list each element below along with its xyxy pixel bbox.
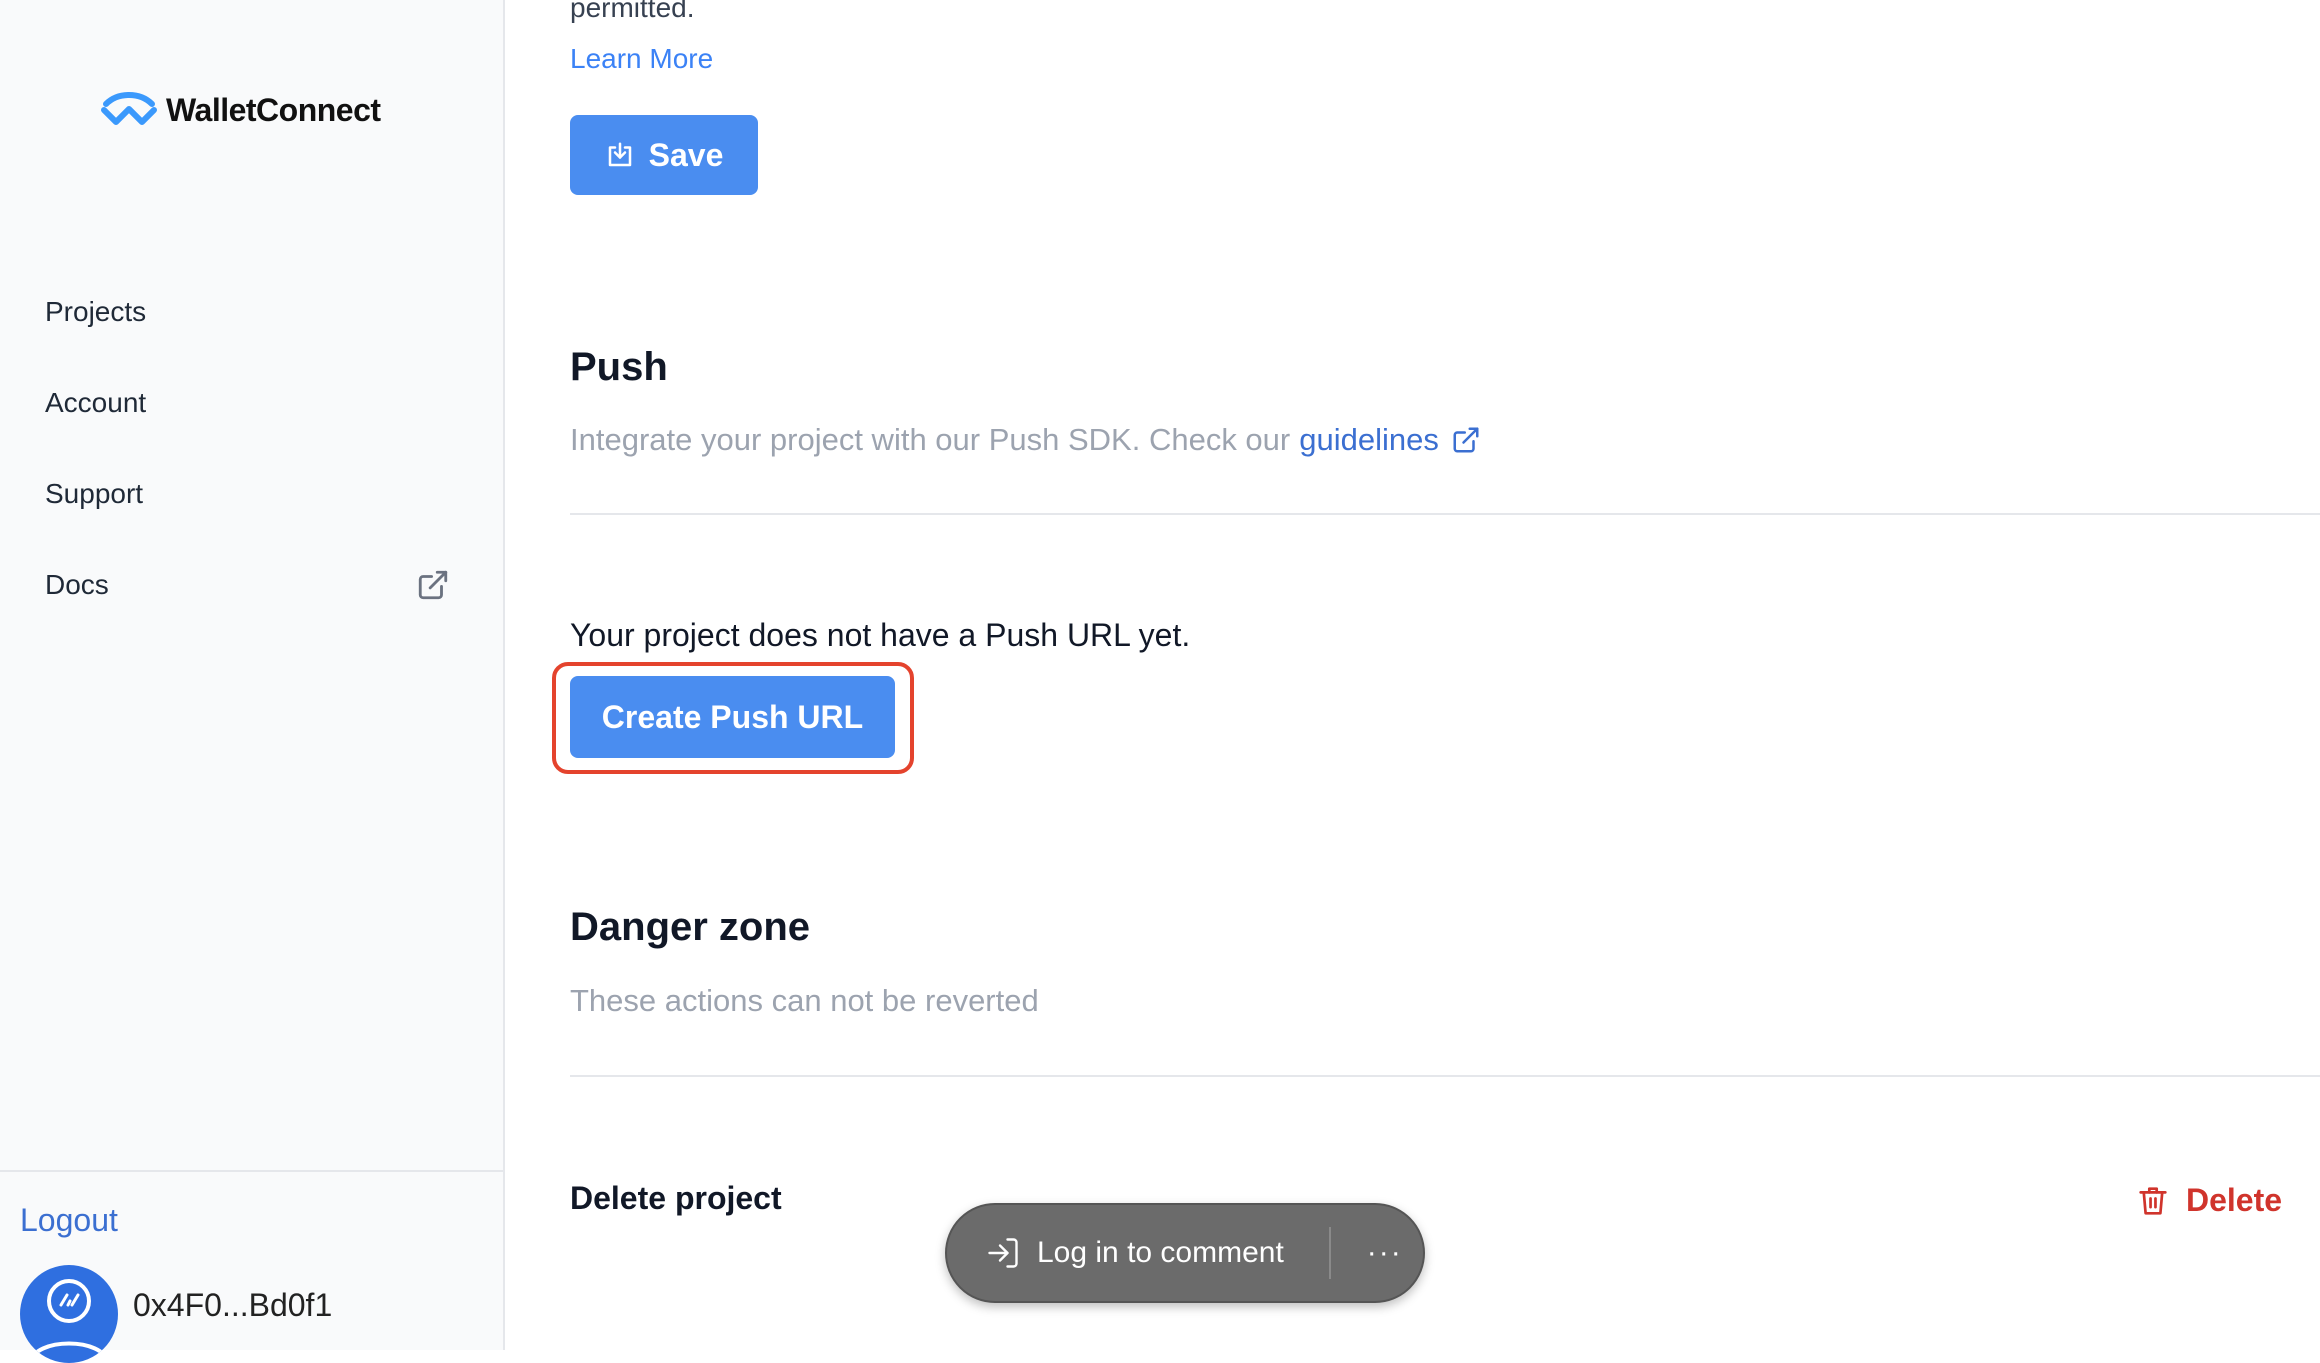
permitted-text: permitted. <box>570 0 695 23</box>
save-button[interactable]: Save <box>570 115 758 195</box>
toolbar-separator <box>1328 1227 1331 1279</box>
learn-more-link[interactable]: Learn More <box>570 43 713 75</box>
danger-zone-heading: Danger zone <box>570 905 811 949</box>
sidebar-item-label: Support <box>45 478 144 509</box>
login-icon <box>988 1238 1018 1268</box>
section-divider <box>570 513 2320 515</box>
sidebar-item-docs[interactable]: Docs <box>45 555 450 615</box>
walletconnect-logo[interactable]: WalletConnect <box>100 90 381 130</box>
danger-zone-description: These actions can not be reverted <box>570 983 1039 1018</box>
no-push-url-text: Your project does not have a Push URL ye… <box>570 617 1191 653</box>
sidebar-item-label: Account <box>45 387 147 418</box>
sidebar-item-projects[interactable]: Projects <box>45 282 450 342</box>
sidebar-footer: Logout 0x4F0...Bd0f1 <box>0 1170 505 1363</box>
log-in-to-comment-button[interactable]: Log in to comment <box>985 1235 1284 1271</box>
section-divider <box>570 1075 2320 1077</box>
logo-text: WalletConnect <box>166 91 381 128</box>
trash-icon <box>2139 1186 2167 1215</box>
push-heading: Push <box>570 345 668 389</box>
create-push-url-button[interactable]: Create Push URL <box>570 676 895 758</box>
guidelines-link[interactable]: guidelines <box>1299 422 1439 458</box>
sidebar-item-label: Docs <box>45 569 109 600</box>
save-button-label: Save <box>648 136 724 173</box>
external-link-icon[interactable] <box>1451 425 1481 455</box>
avatar[interactable] <box>20 1265 118 1363</box>
logout-link[interactable]: Logout <box>20 1202 118 1239</box>
walletconnect-logo-icon <box>101 92 157 125</box>
sidebar-item-label: Projects <box>45 296 147 327</box>
sidebar-item-account[interactable]: Account <box>45 373 450 433</box>
user-avatar-icon <box>28 1279 110 1363</box>
sidebar: WalletConnect Projects Account Support D… <box>0 0 505 1363</box>
wallet-address: 0x4F0...Bd0f1 <box>133 1287 333 1323</box>
sidebar-item-support[interactable]: Support <box>45 464 450 524</box>
main-content: permitted. Learn More Save Push Integrat… <box>552 0 2320 1350</box>
delete-button-label: Delete <box>2186 1182 2283 1218</box>
external-link-icon <box>418 570 448 600</box>
more-options-button[interactable]: ··· <box>1367 1236 1403 1270</box>
push-description-text: Integrate your project with our Push SDK… <box>570 422 1291 457</box>
delete-button[interactable]: Delete <box>2138 1182 2282 1219</box>
save-icon <box>608 142 631 167</box>
comment-toolbar: Log in to comment ··· <box>945 1203 1425 1303</box>
log-in-to-comment-label: Log in to comment <box>1037 1236 1284 1269</box>
delete-project-label: Delete project <box>570 1180 782 1216</box>
push-description: Integrate your project with our Push SDK… <box>570 422 1481 458</box>
